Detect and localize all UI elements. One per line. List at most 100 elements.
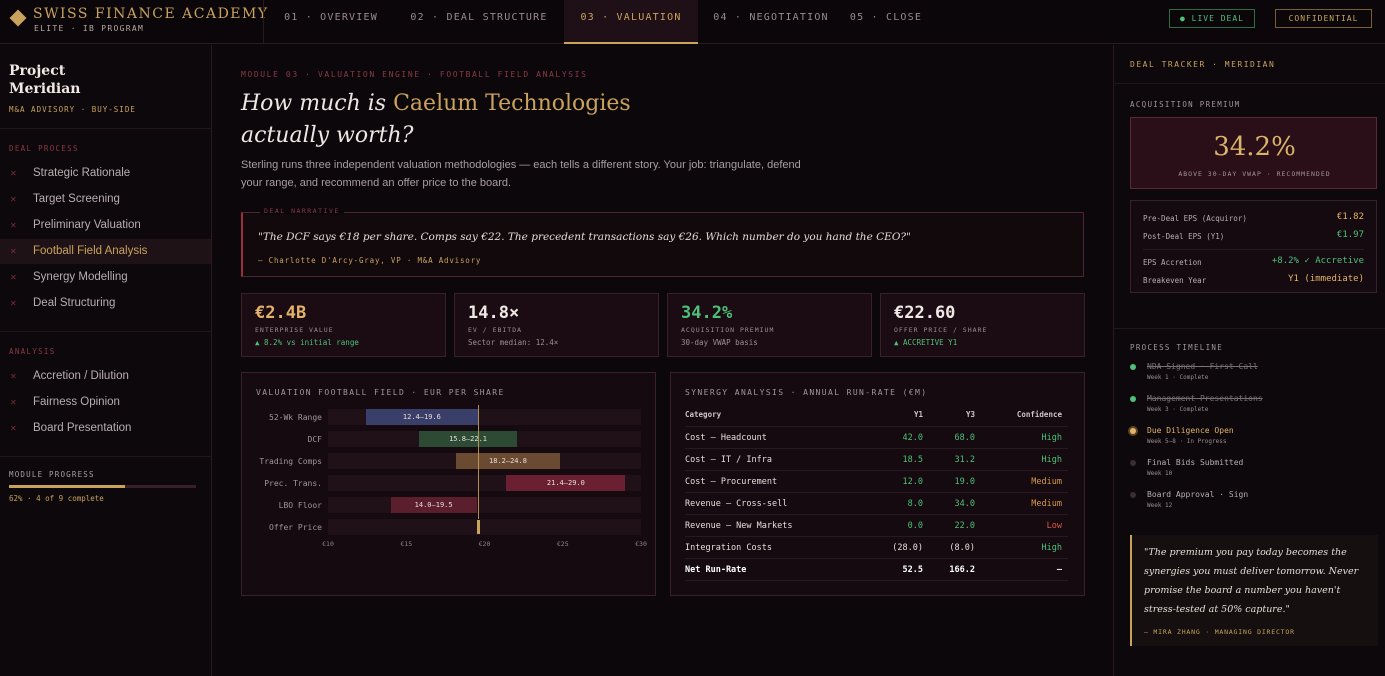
sidebar-item-target-screening[interactable]: ✕ Target Screening bbox=[0, 187, 211, 212]
sidebar-item-preliminary-valuation[interactable]: ✕ Preliminary Valuation bbox=[0, 213, 211, 238]
synergy-y1: (28.0) bbox=[892, 543, 923, 553]
live-deal-badge: ● LIVE DEAL bbox=[1169, 9, 1255, 28]
ff-range-bar[interactable]: 21.4–29.0 bbox=[506, 475, 626, 491]
synergy-confidence: Low bbox=[1046, 521, 1062, 531]
sidebar-item-fairness-opinion[interactable]: ✕ Fairness Opinion bbox=[0, 390, 211, 415]
eps-label: Post-Deal EPS (Y1) bbox=[1143, 232, 1225, 241]
synergy-confidence: Medium bbox=[1031, 477, 1062, 487]
cross-icon: ✕ bbox=[10, 247, 17, 256]
column-header: Category bbox=[685, 410, 722, 419]
cross-icon: ✕ bbox=[10, 299, 17, 308]
sidebar-item-accretion-dilution[interactable]: ✕ Accretion / Dilution bbox=[0, 364, 211, 389]
module-progress-fill bbox=[9, 485, 125, 488]
kpi-sub: ▲ ACCRETIVE Y1 bbox=[894, 338, 958, 347]
sidebar-item-football-field-analysis[interactable]: ✕ Football Field Analysis bbox=[0, 239, 211, 264]
ff-x-tick-label: €15 bbox=[400, 540, 413, 548]
sidebar-divider bbox=[1114, 328, 1385, 329]
diamond-logo-icon bbox=[9, 9, 27, 27]
ff-x-tick-label: €10 bbox=[322, 540, 334, 548]
timeline-step-title: Due Diligence Open bbox=[1147, 426, 1234, 435]
project-title-line2: Meridian bbox=[9, 81, 81, 97]
timeline-step-title: Final Bids Submitted bbox=[1147, 458, 1244, 467]
kpi-label: OFFER PRICE / SHARE bbox=[894, 326, 988, 334]
quote-text: "The premium you pay today becomes the s… bbox=[1144, 547, 1359, 615]
sidebar-divider bbox=[0, 456, 212, 457]
synergy-y3: 31.2 bbox=[954, 455, 975, 465]
timeline-step-sub: Week 5–8 · In Progress bbox=[1147, 438, 1227, 445]
ff-range-bar[interactable]: 18.2–24.8 bbox=[456, 453, 560, 469]
synergy-y1: 0.0 bbox=[907, 521, 923, 531]
kpi-value: €22.60 bbox=[894, 303, 956, 323]
timeline-dot-icon bbox=[1130, 460, 1136, 466]
headline-post: actually worth? bbox=[241, 123, 414, 148]
timeline-step-sub: Week 10 bbox=[1147, 470, 1173, 477]
ff-x-tick-label: €25 bbox=[556, 540, 569, 548]
tab-overview[interactable]: 01 · OVERVIEW bbox=[268, 0, 394, 44]
synergy-category: Net Run-Rate bbox=[685, 565, 747, 575]
tab-valuation[interactable]: 03 · VALUATION bbox=[564, 0, 698, 44]
premium-value: 34.2% bbox=[1213, 132, 1296, 162]
premium-card: 34.2% ABOVE 30-DAY VWAP · RECOMMENDED bbox=[1130, 117, 1377, 189]
ff-category-label: DCF bbox=[307, 435, 322, 444]
ff-range-bar[interactable]: 14.0–19.5 bbox=[390, 497, 477, 513]
table-row[interactable]: Cost — Headcount 42.0 68.0 High bbox=[685, 427, 1068, 449]
synergy-category: Cost — Headcount bbox=[685, 433, 767, 443]
sidebar-item-board-presentation[interactable]: ✕ Board Presentation bbox=[0, 416, 211, 441]
kpi-sub: ▲ 8.2% vs initial range bbox=[255, 338, 359, 347]
ff-range-bar[interactable]: 12.4–19.6 bbox=[365, 409, 479, 425]
narrative-label: DEAL NARRATIVE bbox=[260, 207, 344, 215]
project-title: Project Meridian bbox=[9, 62, 80, 98]
tab-negotiation[interactable]: 04 · NEGOTIATION bbox=[700, 0, 842, 44]
brand[interactable]: SWISS FINANCE ACADEMY ELITE · IB PROGRAM bbox=[9, 6, 267, 38]
eps-value: Y1 (immediate) bbox=[1288, 274, 1364, 284]
kpi-sub: 30-day VWAP basis bbox=[681, 338, 758, 347]
sidebar-item-label: Preliminary Valuation bbox=[33, 219, 141, 231]
synergy-y1: 42.0 bbox=[902, 433, 923, 443]
sidebar-item-strategic-rationale[interactable]: ✕ Strategic Rationale bbox=[0, 161, 211, 186]
cross-icon: ✕ bbox=[10, 372, 17, 381]
deal-narrative: DEAL NARRATIVE "The DCF says €18 per sha… bbox=[241, 207, 1084, 277]
md-quote: "The premium you pay today becomes the s… bbox=[1130, 535, 1378, 646]
ff-category-label: Offer Price bbox=[269, 523, 322, 532]
tab-close[interactable]: 05 · CLOSE bbox=[846, 0, 926, 44]
sidebar-heading-analysis: ANALYSIS bbox=[9, 347, 56, 356]
column-header: Confidence bbox=[1016, 410, 1062, 419]
kpi-value: 14.8× bbox=[468, 303, 520, 323]
synergy-confidence: High bbox=[1041, 433, 1062, 443]
tab-deal-structure[interactable]: 02 · DEAL STRUCTURE bbox=[396, 0, 562, 44]
sidebar-item-label: Accretion / Dilution bbox=[33, 370, 129, 382]
table-row[interactable]: Revenue — Cross-sell 8.0 34.0 Medium bbox=[685, 493, 1068, 515]
cross-icon: ✕ bbox=[10, 273, 17, 282]
sidebar-divider bbox=[0, 331, 212, 332]
cross-icon: ✕ bbox=[10, 424, 17, 433]
sidebar-item-synergy-modelling[interactable]: ✕ Synergy Modelling bbox=[0, 265, 211, 290]
quote-attribution: — MIRA ZHANG · MANAGING DIRECTOR bbox=[1144, 628, 1295, 636]
column-header: Y3 bbox=[965, 410, 975, 419]
kpi-card-enterprise-value: €2.4B ENTERPRISE VALUE ▲ 8.2% vs initial… bbox=[241, 293, 446, 357]
ff-x-tick-label: €30 bbox=[635, 540, 647, 548]
table-row[interactable]: Revenue — New Markets 0.0 22.0 Low bbox=[685, 515, 1068, 537]
ff-category-label: Trading Comps bbox=[259, 457, 322, 466]
eps-value: +8.2% ✓ Accretive bbox=[1271, 256, 1364, 266]
ff-x-tick-label: €20 bbox=[478, 540, 491, 548]
timeline-dot-icon bbox=[1130, 428, 1136, 434]
ff-range-bar[interactable]: 15.8–22.1 bbox=[418, 431, 518, 447]
module-progress-bar bbox=[9, 485, 196, 488]
eps-divider bbox=[1143, 249, 1364, 250]
synergy-y3: 19.0 bbox=[954, 477, 975, 487]
confidential-badge: CONFIDENTIAL bbox=[1275, 9, 1372, 28]
column-header: Y1 bbox=[913, 410, 923, 419]
synergy-confidence: — bbox=[1056, 565, 1062, 575]
football-field-panel: VALUATION FOOTBALL FIELD · EUR PER SHARE… bbox=[241, 372, 656, 596]
project-title-line1: Project bbox=[9, 63, 66, 79]
table-row[interactable]: Cost — IT / Infra 18.5 31.2 High bbox=[685, 449, 1068, 471]
table-row[interactable]: Integration Costs (28.0) (8.0) High bbox=[685, 537, 1068, 559]
table-row[interactable]: Cost — Procurement 12.0 19.0 Medium bbox=[685, 471, 1068, 493]
eps-label: EPS Accretion bbox=[1143, 258, 1202, 267]
synergy-panel: SYNERGY ANALYSIS · ANNUAL RUN-RATE (€M) … bbox=[670, 372, 1085, 596]
sidebar-item-deal-structuring[interactable]: ✕ Deal Structuring bbox=[0, 291, 211, 316]
brand-subtitle: ELITE · IB PROGRAM bbox=[34, 24, 145, 33]
kpi-label: ENTERPRISE VALUE bbox=[255, 326, 334, 334]
headline-pre: How much is bbox=[241, 91, 394, 116]
table-row[interactable]: Net Run-Rate 52.5 166.2 — bbox=[685, 559, 1068, 581]
